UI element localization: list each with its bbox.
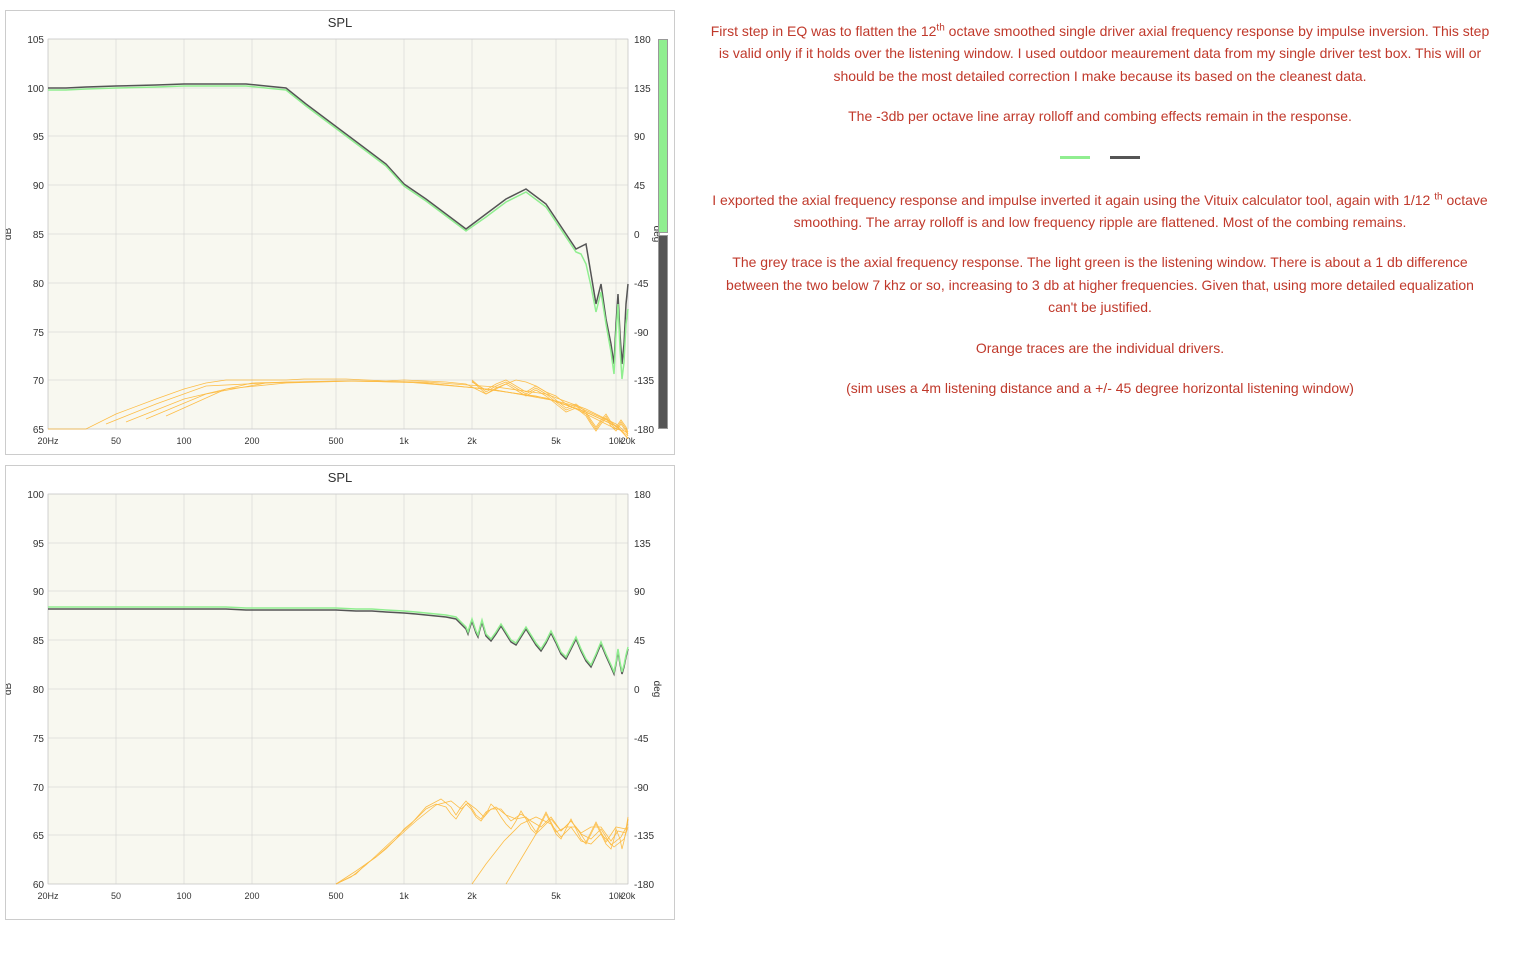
svg-text:20Hz: 20Hz: [37, 436, 59, 446]
svg-text:-90: -90: [634, 783, 649, 794]
svg-text:100: 100: [27, 84, 44, 95]
svg-text:-45: -45: [634, 279, 649, 290]
svg-text:85: 85: [33, 230, 45, 241]
svg-text:75: 75: [33, 328, 45, 339]
svg-text:100: 100: [176, 891, 191, 901]
bottom-paragraph-2: The grey trace is the axial frequency re…: [710, 251, 1490, 318]
svg-text:50: 50: [111, 891, 121, 901]
svg-text:-135: -135: [634, 831, 654, 842]
green-legend: [1060, 156, 1090, 159]
svg-text:5k: 5k: [551, 436, 561, 446]
svg-text:2k: 2k: [467, 436, 477, 446]
svg-text:5k: 5k: [551, 891, 561, 901]
top-chart-area: 105 100 95 90 85 80 75 70 65 dB 180 135 …: [6, 34, 674, 454]
svg-text:180: 180: [634, 35, 651, 46]
green-legend-line: [1060, 156, 1090, 159]
bottom-chart-area: 100 95 90 85 80 75 70 65 60 dB 180 135 9…: [6, 489, 674, 919]
svg-text:135: 135: [634, 539, 651, 550]
svg-text:105: 105: [27, 35, 44, 46]
svg-text:deg: deg: [651, 681, 662, 698]
bottom-paragraph-1: I exported the axial frequency response …: [710, 189, 1490, 234]
svg-text:2k: 2k: [467, 891, 477, 901]
top-chart-title: SPL: [6, 11, 674, 34]
svg-text:70: 70: [33, 783, 45, 794]
svg-text:500: 500: [328, 891, 343, 901]
bottom-chart: SPL: [5, 465, 675, 920]
grey-legend: [1110, 156, 1140, 159]
svg-text:85: 85: [33, 636, 45, 647]
svg-text:65: 65: [33, 425, 45, 436]
svg-text:90: 90: [33, 181, 45, 192]
charts-panel: SPL: [0, 0, 680, 972]
svg-text:dB: dB: [6, 683, 14, 696]
svg-text:65: 65: [33, 831, 45, 842]
svg-text:-135: -135: [634, 376, 654, 387]
svg-text:80: 80: [33, 279, 45, 290]
svg-text:20k: 20k: [621, 436, 636, 446]
svg-text:500: 500: [328, 436, 343, 446]
svg-text:60: 60: [33, 880, 45, 891]
legend-row: [710, 156, 1490, 159]
bottom-chart-svg: 100 95 90 85 80 75 70 65 60 dB 180 135 9…: [6, 489, 666, 919]
svg-text:80: 80: [33, 685, 45, 696]
svg-text:95: 95: [33, 132, 45, 143]
svg-text:dB: dB: [6, 228, 14, 241]
svg-text:0: 0: [634, 230, 640, 241]
svg-text:100: 100: [176, 436, 191, 446]
svg-text:1k: 1k: [399, 891, 409, 901]
svg-text:100: 100: [27, 490, 44, 501]
svg-text:200: 200: [244, 891, 259, 901]
svg-text:200: 200: [244, 436, 259, 446]
svg-text:90: 90: [634, 132, 646, 143]
top-chart-svg: 105 100 95 90 85 80 75 70 65 dB 180 135 …: [6, 34, 666, 454]
top-paragraph-1: First step in EQ was to flatten the 12th…: [710, 20, 1490, 87]
top-text-block: First step in EQ was to flatten the 12th…: [710, 20, 1490, 146]
svg-text:20Hz: 20Hz: [37, 891, 59, 901]
text-panel: First step in EQ was to flatten the 12th…: [680, 0, 1520, 972]
svg-text:0: 0: [634, 685, 640, 696]
svg-text:90: 90: [634, 587, 646, 598]
grey-legend-line: [1110, 156, 1140, 159]
bottom-chart-title: SPL: [6, 466, 674, 489]
svg-text:1k: 1k: [399, 436, 409, 446]
svg-text:-45: -45: [634, 734, 649, 745]
svg-text:45: 45: [634, 181, 646, 192]
bottom-paragraph-3: Orange traces are the individual drivers…: [710, 337, 1490, 359]
svg-text:50: 50: [111, 436, 121, 446]
bottom-paragraph-4: (sim uses a 4m listening distance and a …: [710, 377, 1490, 399]
svg-text:20k: 20k: [621, 891, 636, 901]
svg-text:180: 180: [634, 490, 651, 501]
top-paragraph-2: The -3db per octave line array rolloff a…: [710, 105, 1490, 127]
svg-text:90: 90: [33, 587, 45, 598]
bottom-text-block: I exported the axial frequency response …: [710, 189, 1490, 418]
svg-text:-180: -180: [634, 425, 654, 436]
svg-text:45: 45: [634, 636, 646, 647]
svg-text:-90: -90: [634, 328, 649, 339]
svg-text:-180: -180: [634, 880, 654, 891]
svg-text:75: 75: [33, 734, 45, 745]
top-chart: SPL: [5, 10, 675, 455]
svg-text:95: 95: [33, 539, 45, 550]
svg-text:135: 135: [634, 84, 651, 95]
svg-text:70: 70: [33, 376, 45, 387]
